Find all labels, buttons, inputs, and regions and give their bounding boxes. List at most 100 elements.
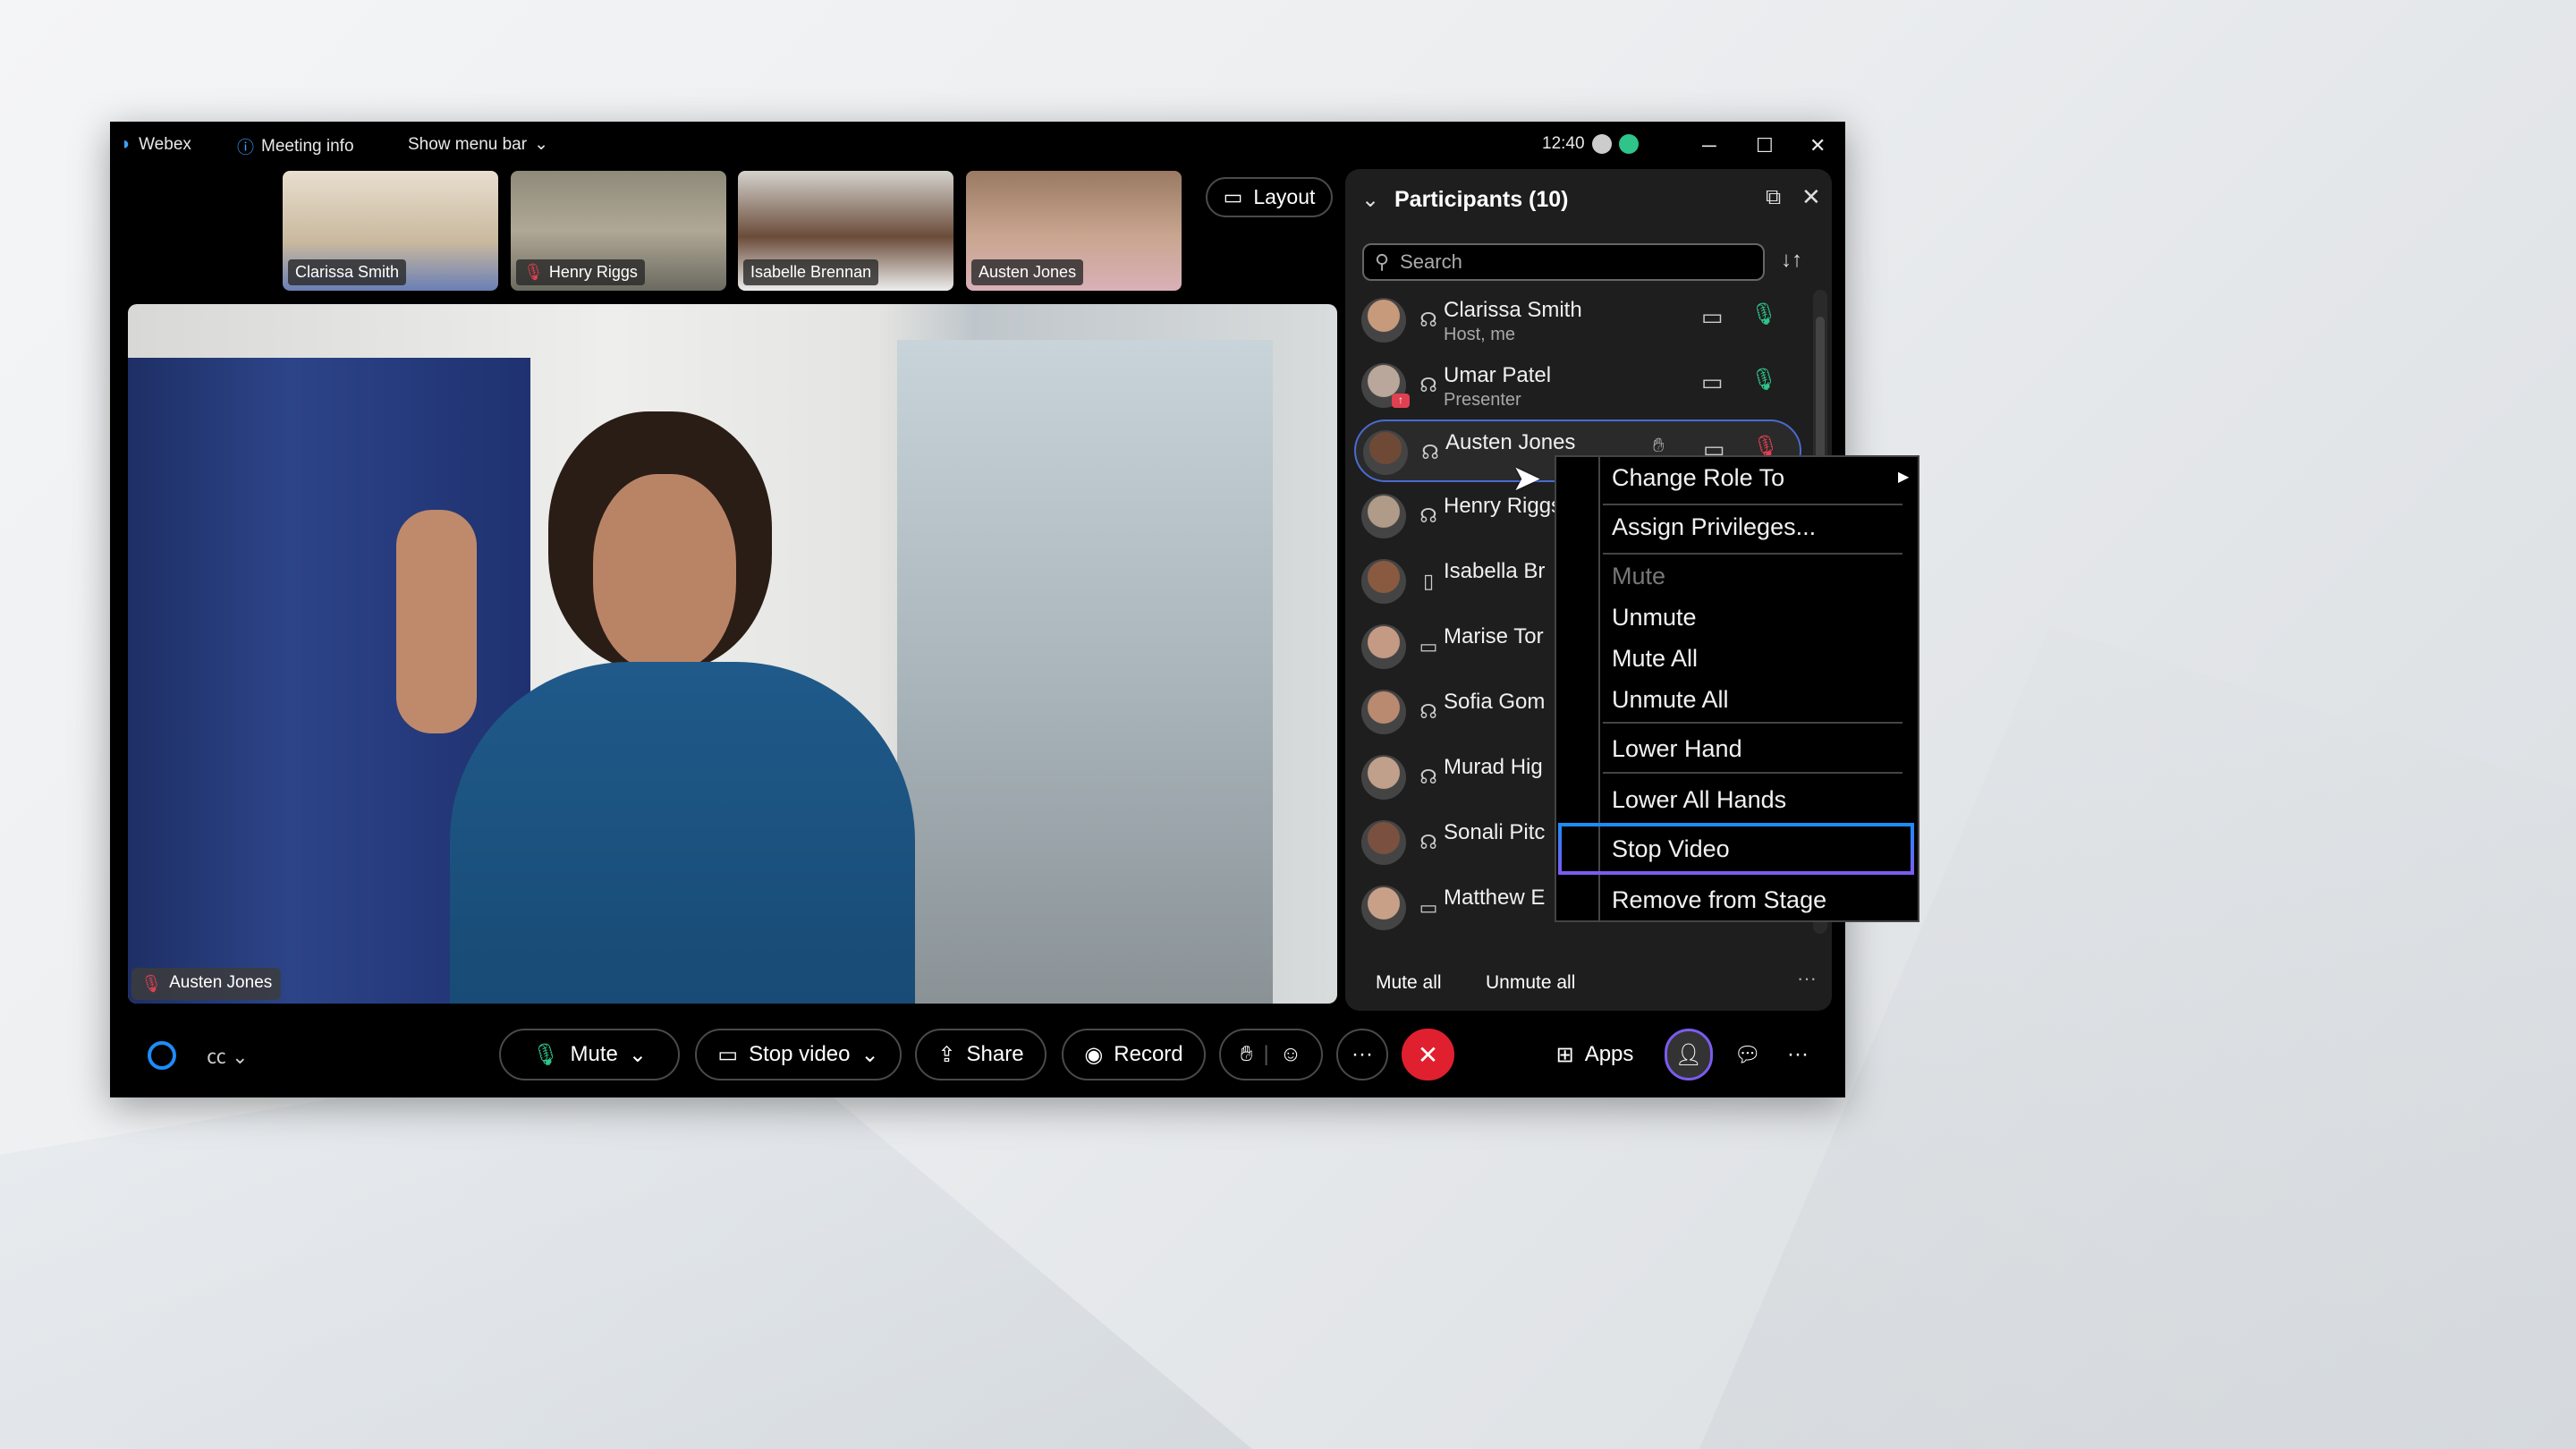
captions-icon[interactable]: ㏄ ⌄ [207, 1041, 249, 1070]
participant-context-menu: Change Role To ▶ Assign Privileges... Mute U… [1555, 455, 1919, 922]
participants-toggle-button[interactable]: 👤︎ [1665, 1029, 1713, 1080]
headset-icon: ☊ [1421, 441, 1439, 463]
thumbnail-label: Austen Jones [971, 259, 1084, 285]
participant-name: Umar Patel [1444, 363, 1552, 387]
menu-item-assign-privileges[interactable]: Assign Privileges... [1612, 513, 1816, 541]
camera-icon: ▭ [717, 1042, 739, 1067]
layout-button[interactable]: ▭ Layout [1206, 177, 1333, 217]
chevron-down-icon: ⌄ [860, 1042, 879, 1067]
video-thumbnail[interactable]: 🎙︎ Henry Riggs [511, 171, 726, 291]
thumbnail-label: Clarissa Smith [288, 259, 407, 285]
mic-muted-icon: 🎙︎ [523, 263, 544, 281]
apps-button[interactable]: ⊞ Apps [1550, 1029, 1640, 1080]
headset-icon: ☊ [1419, 504, 1437, 527]
participant-name: Marise Tor [1444, 624, 1544, 648]
emoji-icon: ☺ [1279, 1042, 1302, 1066]
raise-hand-icon: ✋︎ [1653, 434, 1665, 456]
avatar [1361, 755, 1406, 800]
participant-row[interactable]: ☊ Umar Patel Presenter ▭ 🎙︎ ↑ [1354, 354, 1801, 417]
participant-name: Henry Riggs [1444, 494, 1563, 518]
minimize-button[interactable]: ─ [1702, 134, 1716, 157]
more-button[interactable]: ··· [1336, 1029, 1388, 1080]
participants-icon: 👤︎ [1674, 1042, 1703, 1067]
menu-item-remove-from-stage[interactable]: Remove from Stage [1612, 886, 1826, 914]
participant-role: Presenter [1444, 390, 1521, 410]
layout-icon: ▭ [1223, 185, 1243, 208]
share-button[interactable]: ⇪ Share [915, 1029, 1046, 1080]
chevron-down-icon: ⌄ [628, 1042, 647, 1067]
microphone-icon[interactable]: 🎙︎ [1750, 367, 1777, 393]
focus-ring [1558, 823, 1914, 875]
speaker-label: 🎙︎ Austen Jones [131, 968, 282, 1000]
avatar [1361, 690, 1406, 734]
participant-name: Isabella Br [1444, 559, 1546, 583]
main-video-stage: 🎙︎ Austen Jones [128, 304, 1337, 1004]
search-input[interactable]: ⚲ Search [1362, 243, 1765, 281]
close-icon: ✕ [1417, 1040, 1439, 1069]
headset-icon: ☊ [1419, 309, 1437, 331]
menu-separator [1603, 772, 1902, 774]
video-thumbnail[interactable]: Austen Jones [966, 171, 1182, 291]
show-menu-bar-button[interactable]: Show menu bar ⌄ [408, 134, 548, 155]
mute-button[interactable]: 🎙︎ Mute ⌄ [499, 1029, 680, 1080]
avatar [1361, 494, 1406, 538]
more-options-button[interactable]: ··· [1775, 1029, 1820, 1080]
close-window-button[interactable]: ✕ [1809, 134, 1826, 157]
menu-item-lower-all-hands[interactable]: Lower All Hands [1612, 786, 1786, 814]
menu-item-mute-all[interactable]: Mute All [1612, 645, 1698, 673]
ai-assistant-icon[interactable] [148, 1041, 176, 1070]
thumbnail-label: 🎙︎ Henry Riggs [516, 259, 645, 285]
participant-name: Sofia Gom [1444, 690, 1546, 714]
video-thumbnail[interactable]: Isabelle Brennan [738, 171, 953, 291]
record-button[interactable]: ◉ Record [1062, 1029, 1206, 1080]
menu-item-lower-hand[interactable]: Lower Hand [1612, 735, 1742, 763]
end-call-button[interactable]: ✕ [1402, 1029, 1454, 1080]
menu-item-unmute[interactable]: Unmute [1612, 604, 1697, 631]
close-panel-icon[interactable]: ✕ [1801, 183, 1821, 211]
participant-row[interactable]: ☊ Clarissa Smith Host, me ▭ 🎙︎ [1354, 289, 1801, 352]
avatar [1361, 298, 1406, 343]
avatar [1363, 430, 1408, 475]
avatar [1361, 624, 1406, 669]
video-thumbnail[interactable]: Clarissa Smith [283, 171, 498, 291]
stop-video-button[interactable]: ▭ Stop video ⌄ [695, 1029, 902, 1080]
info-icon: ⓘ [237, 139, 255, 157]
avatar [1361, 886, 1406, 930]
menu-separator [1603, 504, 1902, 505]
show-menu-bar-label: Show menu bar [408, 134, 528, 154]
camera-icon[interactable]: ▭ [1701, 303, 1724, 331]
headset-icon: ☊ [1419, 831, 1437, 853]
unmute-all-button[interactable]: Unmute all [1486, 972, 1575, 994]
submenu-arrow-icon: ▶ [1898, 470, 1910, 485]
clock: 12:40 [1542, 134, 1585, 153]
menu-item-change-role-to[interactable]: Change Role To [1612, 464, 1784, 492]
meeting-info-button[interactable]: ⓘ Meeting info [237, 134, 354, 158]
collapse-panel-icon[interactable]: ⌄ [1361, 187, 1379, 213]
share-icon: ⇪ [937, 1042, 956, 1067]
apps-icon: ⊞ [1555, 1042, 1574, 1067]
maximize-button[interactable]: ☐ [1756, 134, 1774, 157]
mic-muted-icon: 🎙︎ [140, 975, 163, 994]
menu-separator [1603, 722, 1902, 724]
headset-icon: ☊ [1419, 374, 1437, 396]
connection-icon [1591, 134, 1612, 154]
menu-item-mute: Mute [1612, 563, 1666, 589]
webex-logo[interactable]: ◗ Webex [121, 134, 191, 155]
app-name: Webex [139, 134, 191, 154]
thumbnail-label: Isabelle Brennan [743, 259, 879, 285]
participant-name: Sonali Pitc [1444, 820, 1546, 844]
participant-name: Austen Jones [1445, 430, 1576, 454]
mouse-cursor: ➤ [1512, 459, 1542, 498]
more-options-icon[interactable]: ··· [1797, 967, 1817, 990]
reactions-button[interactable]: ✋︎ | ☺ [1219, 1029, 1323, 1080]
mute-all-button[interactable]: Mute all [1376, 972, 1442, 994]
camera-icon[interactable]: ▭ [1701, 369, 1724, 396]
participant-name: Matthew E [1444, 886, 1546, 910]
microphone-icon[interactable]: 🎙︎ [1750, 301, 1777, 327]
participant-role: Host, me [1444, 325, 1516, 344]
popout-icon[interactable]: ⧉ [1766, 185, 1781, 210]
sort-icon[interactable]: ↓↑ [1781, 248, 1802, 273]
menu-item-unmute-all[interactable]: Unmute All [1612, 686, 1729, 714]
chat-button[interactable]: 💬︎ [1725, 1029, 1770, 1080]
participant-name: Clarissa Smith [1444, 298, 1582, 322]
